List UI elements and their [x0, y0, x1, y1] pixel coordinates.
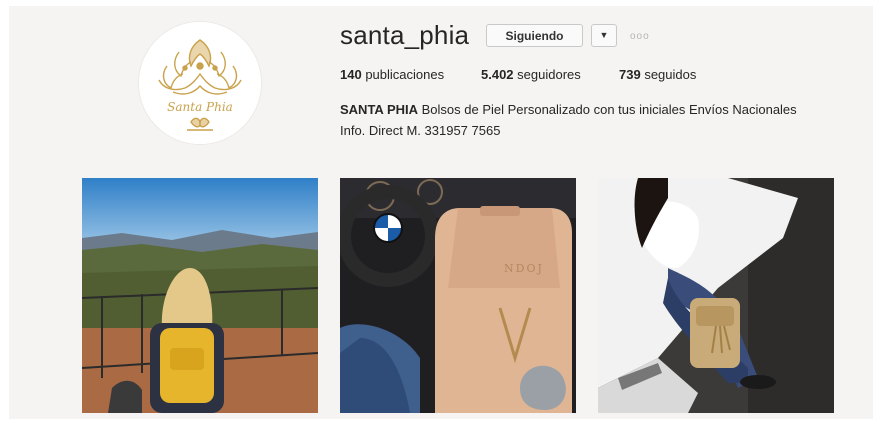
- posts-label: publicaciones: [365, 67, 445, 82]
- followers-label: seguidores: [517, 67, 581, 82]
- photo-car-hood: [598, 178, 834, 413]
- posts-count: 140: [340, 67, 362, 82]
- following-stat[interactable]: 739 seguidos: [619, 67, 696, 82]
- bio-full-name: SANTA PHIA: [340, 102, 418, 117]
- photo-mountain-view: [82, 178, 318, 413]
- post-thumbnail-1[interactable]: [82, 178, 318, 413]
- post-thumbnail-2[interactable]: NDOJ: [340, 178, 576, 413]
- followers-count: 5.402: [481, 67, 514, 82]
- bio-description: Bolsos de Piel Personalizado con tus ini…: [421, 102, 797, 117]
- following-count: 739: [619, 67, 641, 82]
- following-button[interactable]: Siguiendo: [486, 24, 583, 47]
- posts-stat: 140 publicaciones: [340, 67, 444, 82]
- bio-contact: Info. Direct M. 331957 7565: [340, 123, 501, 138]
- profile-bio: SANTA PHIA Bolsos de Piel Personalizado …: [340, 99, 820, 141]
- backpack-monogram: NDOJ: [504, 262, 544, 275]
- photo-car-interior: [340, 178, 576, 413]
- avatar-script-text: Santa Phia: [167, 100, 233, 114]
- profile-username: santa_phia: [340, 20, 470, 50]
- following-label: seguidos: [644, 67, 697, 82]
- caret-down-icon: ▼: [599, 30, 609, 40]
- suggestions-dropdown-button[interactable]: ▼: [591, 24, 617, 47]
- profile-avatar[interactable]: Santa Phia: [139, 22, 261, 144]
- post-thumbnail-3[interactable]: [598, 178, 834, 413]
- santa-phia-logo: [139, 22, 261, 144]
- followers-stat[interactable]: 5.402 seguidores: [481, 67, 581, 82]
- more-options-icon[interactable]: ooo: [630, 31, 650, 42]
